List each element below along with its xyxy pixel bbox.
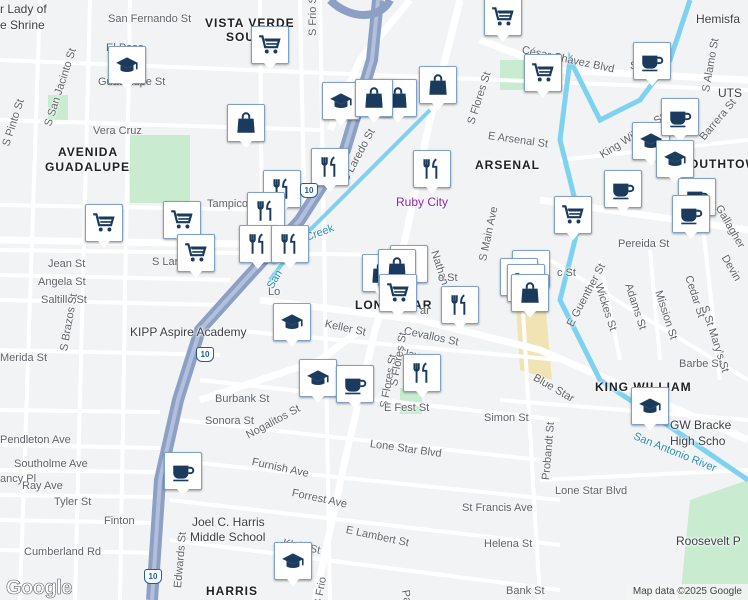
grocery-marker[interactable]	[379, 274, 417, 318]
place-label-utsa[interactable]: UTS	[718, 86, 742, 100]
shopping-icon	[425, 72, 451, 98]
neighborhood-label-harris: HARRIS	[206, 584, 259, 598]
place-label-gw-2[interactable]: High Scho	[670, 434, 725, 448]
grocery-icon	[490, 4, 516, 30]
place-label-gw-1[interactable]: GW Bracke	[670, 418, 731, 432]
grocery-icon	[385, 280, 411, 306]
school-icon	[280, 548, 306, 574]
place-label-kipp[interactable]: KIPP Aspire Academy	[130, 325, 247, 339]
interstate-shield: 10	[300, 183, 318, 198]
restaurant-marker[interactable]	[413, 150, 451, 194]
shopping-icon	[361, 85, 387, 111]
place-label-lady-guadalupe[interactable]: r Lady of	[0, 2, 47, 16]
cafe-marker[interactable]	[604, 170, 642, 214]
restaurant-icon	[277, 231, 303, 257]
grocery-icon	[183, 240, 209, 266]
cafe-icon	[639, 48, 665, 74]
restaurant-icon	[447, 292, 473, 318]
place-label-lady-guadalupe-2[interactable]: e Shrine	[0, 18, 45, 32]
school-icon	[328, 88, 354, 114]
park-area	[48, 95, 68, 123]
interstate-shield: 10	[196, 347, 214, 362]
grocery-marker[interactable]	[554, 196, 592, 240]
cafe-marker[interactable]	[633, 42, 671, 86]
school-marker[interactable]	[299, 359, 337, 403]
restaurant-icon	[317, 154, 343, 180]
map-canvas[interactable]: VISTA VERDE SOU AVENIDA GUADALUPE ARSENAL LON…	[0, 0, 748, 600]
neighborhood-label-avenida: AVENIDA	[58, 145, 119, 159]
place-label-ruby-city[interactable]: Ruby City	[396, 195, 448, 209]
restaurant-icon	[253, 198, 279, 224]
grocery-icon	[560, 202, 586, 228]
grocery-marker[interactable]	[251, 26, 289, 70]
grocery-icon	[530, 60, 556, 86]
school-marker[interactable]	[274, 542, 312, 586]
restaurant-marker[interactable]	[403, 354, 441, 398]
place-label-jch-1[interactable]: Joel C. Harris	[192, 515, 265, 529]
cafe-marker[interactable]	[661, 98, 699, 142]
neighborhood-label-guadalupe: GUADALUPE	[45, 160, 131, 174]
shopping-marker[interactable]	[419, 66, 457, 110]
cafe-marker[interactable]	[336, 365, 374, 409]
restaurant-icon	[409, 360, 435, 386]
place-label-roosevelt[interactable]: Roosevelt P	[676, 534, 741, 548]
map-attribution[interactable]: Map data ©2025 Google	[626, 584, 748, 600]
restaurant-marker[interactable]	[311, 148, 349, 192]
school-icon	[662, 146, 688, 172]
restaurant-icon	[419, 156, 445, 182]
school-marker[interactable]	[273, 303, 311, 347]
interstate-shield: 10	[144, 569, 162, 584]
restaurant-icon	[245, 231, 271, 257]
shopping-marker[interactable]	[227, 104, 265, 148]
shopping-icon	[233, 110, 259, 136]
shopping-marker[interactable]	[511, 274, 549, 318]
park-area	[130, 135, 190, 203]
school-marker[interactable]	[108, 46, 146, 90]
grocery-icon	[91, 210, 117, 236]
school-icon	[637, 393, 663, 419]
school-marker[interactable]	[631, 387, 669, 431]
cafe-icon	[678, 201, 704, 227]
grocery-marker[interactable]	[85, 204, 123, 248]
place-label-hemisfair[interactable]: Hemisfa	[696, 12, 740, 26]
neighborhood-label-arsenal: ARSENAL	[475, 158, 541, 172]
place-label-jch-2[interactable]: Middle School	[190, 530, 265, 544]
restaurant-marker[interactable]	[271, 225, 309, 269]
cafe-icon	[667, 104, 693, 130]
restaurant-marker[interactable]	[441, 286, 479, 330]
cafe-marker[interactable]	[164, 452, 202, 496]
cafe-marker[interactable]	[672, 195, 710, 239]
grocery-icon	[257, 32, 283, 58]
school-icon	[305, 365, 331, 391]
school-icon	[114, 52, 140, 78]
grocery-marker[interactable]	[484, 0, 522, 42]
grocery-marker[interactable]	[524, 54, 562, 98]
cafe-icon	[342, 371, 368, 397]
school-icon	[279, 309, 305, 335]
grocery-icon	[169, 207, 195, 233]
shopping-icon	[517, 280, 543, 306]
grocery-marker[interactable]	[177, 234, 215, 278]
shopping-marker[interactable]	[355, 79, 393, 123]
google-logo[interactable]: Google	[6, 577, 73, 600]
school-marker[interactable]	[656, 140, 694, 184]
cafe-icon	[170, 458, 196, 484]
cafe-icon	[610, 176, 636, 202]
